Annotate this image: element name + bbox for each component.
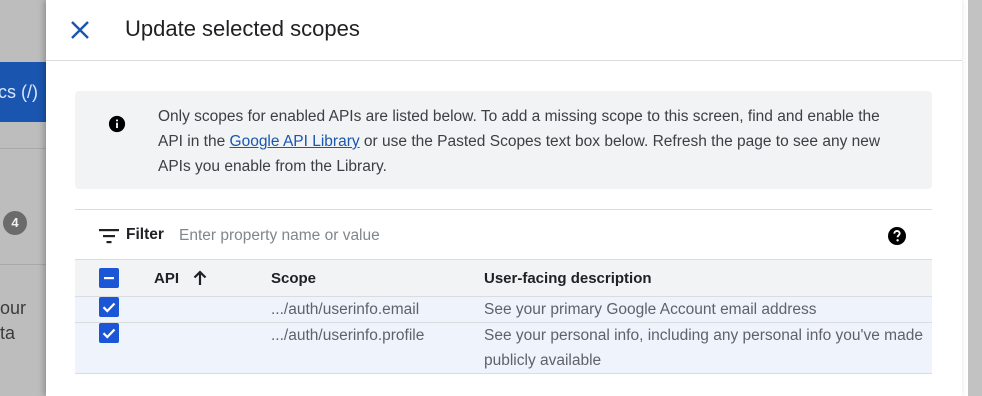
info-banner: Only scopes for enabled APIs are listed … — [75, 91, 932, 189]
background-text: ta — [0, 323, 16, 343]
info-icon — [108, 115, 126, 133]
panel-title: Update selected scopes — [125, 16, 360, 41]
api-header-label: API — [154, 269, 180, 287]
api-cell — [154, 322, 271, 374]
sort-arrow-up-icon — [193, 270, 207, 285]
filter-input[interactable] — [177, 223, 781, 249]
description-cell: See your personal info, including any pe… — [484, 322, 932, 374]
checkmark-icon — [102, 328, 116, 339]
row-checkbox[interactable] — [99, 297, 119, 317]
select-all-cell — [75, 259, 154, 297]
count-badge: 4 — [3, 211, 27, 235]
background-text: our — [0, 298, 27, 318]
api-cell — [154, 296, 271, 323]
panel-header: Update selected scopes — [46, 0, 962, 61]
api-library-link[interactable]: Google API Library — [230, 133, 360, 150]
background-tab-label: cs (/) — [0, 82, 38, 102]
scope-column-header: Scope — [271, 259, 484, 297]
divider — [0, 264, 46, 265]
description-column-header: User-facing description — [484, 259, 932, 297]
scope-cell: .../auth/userinfo.email — [271, 296, 484, 323]
close-icon — [71, 21, 89, 39]
row-checkbox[interactable] — [99, 323, 119, 343]
scope-cell: .../auth/userinfo.profile — [271, 322, 484, 374]
filter-bar: Filter — [75, 209, 932, 260]
row-checkbox-cell — [75, 322, 154, 374]
api-column-header[interactable]: API — [154, 259, 271, 297]
table-header-row: API Scope User-facing description — [75, 259, 932, 297]
close-button[interactable] — [68, 18, 92, 42]
scopes-table: API Scope User-facing description .../au… — [75, 259, 932, 374]
table-row: .../auth/userinfo.email See your primary… — [75, 296, 932, 323]
table-row: .../auth/userinfo.profile See your perso… — [75, 322, 932, 374]
indeterminate-icon — [104, 277, 114, 280]
filter-icon — [99, 229, 119, 244]
background-tab: cs (/) — [0, 62, 48, 122]
update-scopes-panel: Update selected scopes Only scopes for e… — [46, 0, 962, 396]
filter-label: Filter — [126, 226, 164, 243]
row-checkbox-cell — [75, 296, 154, 323]
description-cell: See your primary Google Account email ad… — [484, 296, 932, 323]
select-all-checkbox[interactable] — [99, 268, 119, 288]
divider — [0, 148, 46, 149]
info-text: Only scopes for enabled APIs are listed … — [158, 104, 908, 179]
checkmark-icon — [102, 302, 116, 313]
help-icon[interactable] — [887, 226, 907, 246]
background-scrollbar — [968, 0, 982, 396]
